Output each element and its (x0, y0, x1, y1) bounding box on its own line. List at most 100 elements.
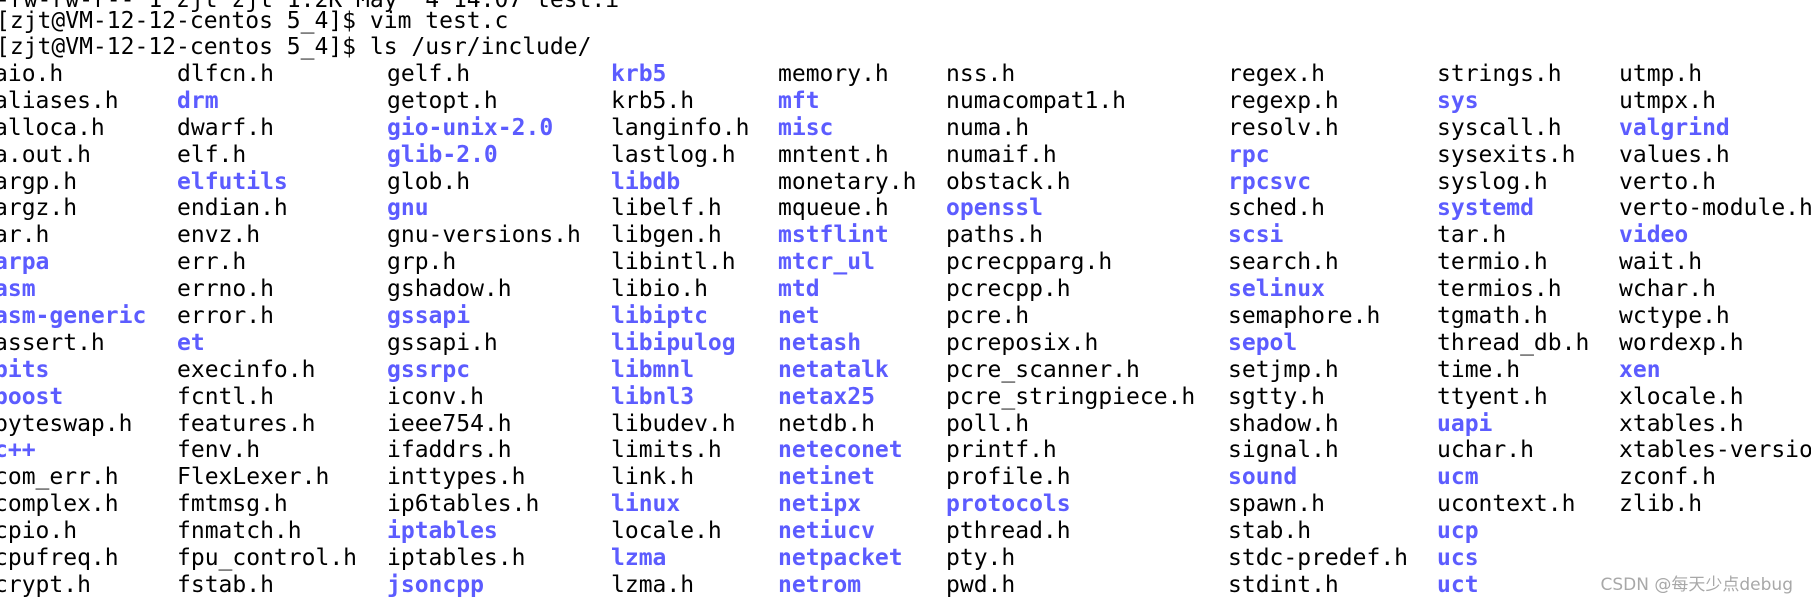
directory-entry: netinet (778, 464, 875, 491)
file-entry: utmpx.h (1619, 87, 1716, 114)
file-entry: errno.h (177, 276, 274, 303)
directory-entry: mft (778, 87, 820, 114)
file-entry: complex.h (0, 491, 119, 518)
file-entry: termios.h (1437, 276, 1562, 303)
file-entry: pcrecpp.h (946, 276, 1071, 303)
file-entry: values.h (1619, 141, 1730, 168)
file-entry: time.h (1437, 356, 1521, 383)
file-entry: pcre_stringpiece.h (946, 383, 1196, 410)
ls-column: krb5 krb5.h langinfo.h lastlog.h libdb libelf… (611, 61, 749, 599)
file-entry: paths.h (946, 222, 1043, 249)
file-entry: libgen.h (611, 222, 722, 249)
directory-entry: openssl (946, 195, 1043, 222)
directory-entry: libiptc (611, 303, 708, 330)
directory-entry: uapi (1437, 410, 1493, 437)
directory-entry: gnu (387, 195, 429, 222)
file-entry: xtables-version.h (1619, 437, 1811, 464)
directory-entry: misc (778, 114, 834, 141)
directory-entry: mstflint (778, 222, 889, 249)
file-entry: ieee754.h (387, 410, 512, 437)
file-entry: error.h (177, 303, 274, 330)
ls-column: memory.h mft misc mntent.h monetary.h mqueue.… (778, 61, 916, 599)
file-entry: fenv.h (177, 437, 261, 464)
file-entry: libudev.h (611, 410, 736, 437)
ls-column: utmp.h utmpx.h valgrind values.h verto.h vert… (1619, 61, 1811, 518)
file-entry: tgmath.h (1437, 303, 1548, 330)
ls-column: regex.h regexp.h resolv.h rpc rpcsvc sched.h s… (1228, 61, 1408, 599)
file-entry: regex.h (1228, 61, 1325, 87)
file-entry: setjmp.h (1228, 356, 1339, 383)
directory-entry: c++ (0, 437, 36, 464)
file-entry: krb5.h (611, 87, 695, 114)
file-entry: lastlog.h (611, 141, 736, 168)
file-entry: endian.h (177, 195, 288, 222)
directory-entry: scsi (1228, 222, 1284, 249)
file-entry: poll.h (946, 410, 1030, 437)
file-entry: lzma.h (611, 571, 695, 598)
file-entry: pcreposix.h (946, 329, 1099, 356)
file-entry: alloca.h (0, 114, 105, 141)
file-entry: aliases.h (0, 87, 119, 114)
file-entry: libintl.h (611, 249, 736, 276)
directory-entry: xen (1619, 356, 1661, 383)
directory-entry: iptables (387, 518, 498, 545)
directory-entry: neteconet (778, 437, 903, 464)
file-entry: pty.h (946, 545, 1016, 572)
ls-column: dlfcn.h drm dwarf.h elf.h elfutils endian.h en… (177, 61, 357, 599)
directory-entry: glib-2.0 (387, 141, 498, 168)
directory-entry: uct (1437, 571, 1479, 598)
file-entry: uchar.h (1437, 437, 1534, 464)
directory-entry: arpa (0, 249, 50, 276)
file-entry: printf.h (946, 437, 1057, 464)
file-entry: numa.h (946, 114, 1030, 141)
directory-entry: drm (177, 87, 219, 114)
file-entry: nss.h (946, 61, 1016, 87)
file-entry: pcrecpparg.h (946, 249, 1113, 276)
file-entry: sched.h (1228, 195, 1325, 222)
directory-entry: sys (1437, 87, 1479, 114)
directory-entry: rpcsvc (1228, 168, 1312, 195)
file-entry: verto-module.h (1619, 195, 1811, 222)
file-entry: monetary.h (778, 168, 917, 195)
directory-entry: linux (611, 491, 681, 518)
file-entry: ttyent.h (1437, 383, 1548, 410)
file-entry: stdc-predef.h (1228, 545, 1409, 572)
file-entry: execinfo.h (177, 356, 316, 383)
file-entry: mntent.h (778, 141, 889, 168)
file-entry: fnmatch.h (177, 518, 302, 545)
directory-entry: gio-unix-2.0 (387, 114, 554, 141)
file-entry: gelf.h (387, 61, 471, 87)
file-entry: elf.h (177, 141, 247, 168)
file-entry: iptables.h (387, 545, 526, 572)
directory-entry: lzma (611, 545, 667, 572)
file-entry: a.out.h (0, 141, 91, 168)
file-entry: stab.h (1228, 518, 1312, 545)
directory-entry: ucp (1437, 518, 1479, 545)
directory-entry: libmnl (611, 356, 695, 383)
file-entry: netdb.h (778, 410, 875, 437)
file-entry: pwd.h (946, 571, 1016, 598)
file-entry: cpufreq.h (0, 545, 119, 572)
file-entry: obstack.h (946, 168, 1071, 195)
directory-entry: bits (0, 356, 50, 383)
file-entry: inttypes.h (387, 464, 526, 491)
directory-entry: krb5 (611, 61, 667, 87)
file-entry: syslog.h (1437, 168, 1548, 195)
directory-entry: netash (778, 329, 862, 356)
file-entry: shadow.h (1228, 410, 1339, 437)
file-entry: gnu-versions.h (387, 222, 581, 249)
directory-entry: elfutils (177, 168, 288, 195)
file-entry: mqueue.h (778, 195, 889, 222)
file-entry: numacompat1.h (946, 87, 1127, 114)
file-entry: fpu_control.h (177, 545, 358, 572)
file-entry: pcre.h (946, 303, 1030, 330)
file-entry: search.h (1228, 249, 1339, 276)
file-entry: link.h (611, 464, 695, 491)
file-entry: sysexits.h (1437, 141, 1576, 168)
directory-entry: libdb (611, 168, 681, 195)
directory-entry: ucs (1437, 545, 1479, 572)
directory-entry: protocols (946, 491, 1071, 518)
ls-column: gelf.h getopt.h gio-unix-2.0 glib-2.0 glob.h… (387, 61, 581, 599)
directory-entry: gssapi (387, 303, 471, 330)
file-entry: wait.h (1619, 249, 1703, 276)
